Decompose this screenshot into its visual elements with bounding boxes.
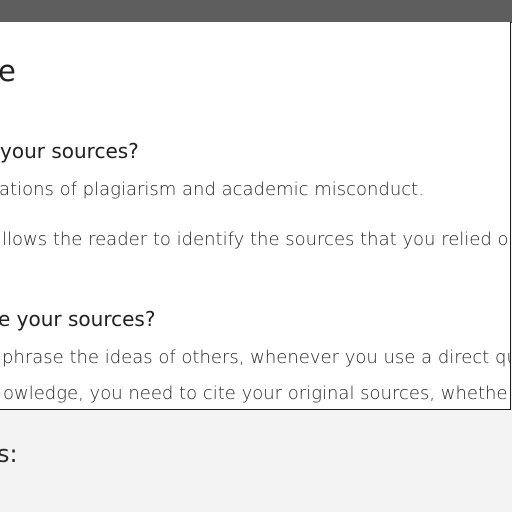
paragraph-line: owledge, you need to cite your original … <box>3 383 508 404</box>
paragraph-line: ations of plagiarism and academic miscon… <box>0 179 424 200</box>
window-title-bar <box>0 0 512 23</box>
paragraph-line: llows the reader to identify the sources… <box>2 229 509 250</box>
section-heading-why-cite: your sources? <box>0 139 139 163</box>
section-heading-below-box: s: <box>0 440 18 468</box>
section-heading-when-cite: e your sources? <box>0 307 156 331</box>
page-title: e <box>0 54 16 88</box>
content-panel: e your sources? ations of plagiarism and… <box>0 22 511 410</box>
paragraph-line: phrase the ideas of others, whenever you… <box>2 347 511 368</box>
